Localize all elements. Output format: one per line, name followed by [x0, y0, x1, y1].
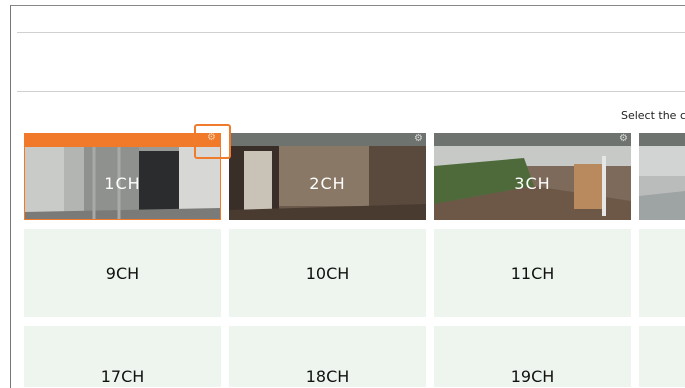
camera-tile-3[interactable]: ⚙ 3CH: [434, 133, 631, 220]
channel-tile[interactable]: 17CH: [24, 326, 221, 387]
channel-tile[interactable]: 19CH: [434, 326, 631, 387]
camera-tile-2[interactable]: ⚙ 2CH: [229, 133, 426, 220]
channel-tile[interactable]: 18CH: [229, 326, 426, 387]
channel-label: 11CH: [510, 263, 555, 283]
divider: [17, 32, 685, 33]
channel-label: 10CH: [305, 263, 350, 283]
channel-tile[interactable]: 10CH: [229, 229, 426, 317]
channel-label: 19CH: [510, 367, 555, 386]
divider: [17, 91, 685, 92]
gear-icon[interactable]: ⚙: [619, 134, 628, 144]
channel-label: 18CH: [305, 367, 350, 386]
camera-header: [639, 133, 685, 146]
camera-label: 2CH: [309, 173, 346, 193]
channel-label: 9CH: [105, 263, 140, 283]
camera-header: ⚙: [434, 133, 631, 146]
channel-tile[interactable]: 11CH: [434, 229, 631, 317]
channel-tile[interactable]: [639, 326, 685, 387]
camera-tile-4[interactable]: [639, 133, 685, 220]
camera-label: 3CH: [514, 173, 551, 193]
camera-header: [24, 133, 221, 146]
channel-label: 17CH: [100, 367, 145, 386]
gear-icon[interactable]: ⚙: [207, 133, 216, 143]
camera-label: [639, 146, 685, 220]
channel-tile[interactable]: [639, 229, 685, 317]
select-instruction: Select the c: [620, 109, 685, 122]
channel-tile[interactable]: 9CH: [24, 229, 221, 317]
camera-header: ⚙: [229, 133, 426, 146]
selection-outline: [24, 146, 221, 220]
gear-icon[interactable]: ⚙: [414, 134, 423, 144]
